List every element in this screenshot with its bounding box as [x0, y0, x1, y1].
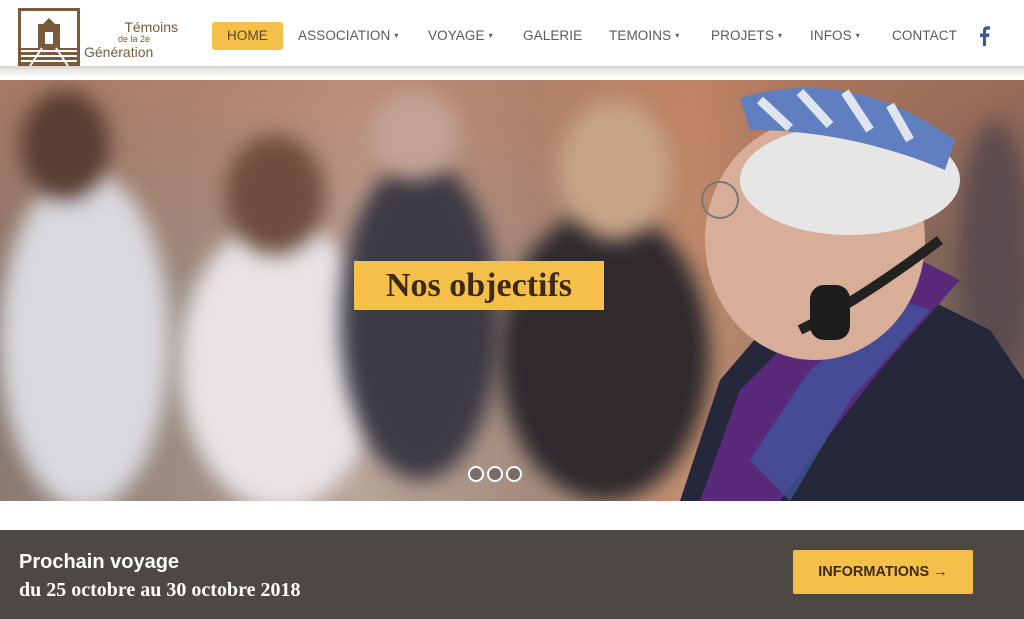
nav-item-galerie[interactable]: GALERIE: [523, 22, 582, 50]
logo-line-de-la: de la 2e: [117, 34, 151, 44]
hero-photo-figure: [370, 90, 460, 180]
nav-item-label: GALERIE: [523, 28, 583, 43]
nav-item-temoins[interactable]: TEMOINS ▾: [609, 22, 679, 50]
hero-photo-figure: [340, 160, 500, 480]
informations-button[interactable]: INFORMATIONS →: [793, 550, 973, 594]
nav-item-contact[interactable]: CONTACT: [892, 22, 957, 50]
hero-photo-figure: [560, 100, 670, 240]
site-header: Témoins de la 2e Génération HOME ASSOCIA…: [0, 0, 1024, 68]
chevron-down-icon: ▾: [855, 31, 860, 40]
slider-dot-2[interactable]: [487, 466, 503, 482]
nav-item-home[interactable]: HOME: [212, 22, 283, 50]
hero-photo-figure: [20, 90, 110, 200]
facebook-icon[interactable]: [978, 26, 990, 46]
nav-item-label: INFOS: [810, 28, 852, 43]
nav-item-label: ASSOCIATION: [298, 28, 391, 43]
nav-item-label: CONTACT: [892, 28, 957, 43]
logo-gate-icon: [18, 8, 80, 66]
slide-title[interactable]: Nos objectifs: [354, 261, 604, 310]
hero-photo-witness: [680, 87, 1024, 501]
hero-photo-figure: [0, 170, 170, 501]
hero-slider[interactable]: Nos objectifs: [0, 80, 1024, 501]
nav-item-label: VOYAGE: [428, 28, 485, 43]
chevron-down-icon: ▾: [777, 31, 783, 40]
nav-item-association[interactable]: ASSOCIATION ▾: [298, 22, 399, 50]
logo-line-generation: Génération: [84, 44, 154, 60]
slider-dot-1[interactable]: [468, 466, 484, 482]
chevron-down-icon: ▾: [675, 31, 680, 40]
nav-item-projets[interactable]: PROJETS ▾: [711, 22, 782, 50]
nav-item-label: TEMOINS: [609, 28, 672, 43]
slider-dot-3[interactable]: [506, 466, 522, 482]
logo-wordmark: Témoins de la 2e Génération: [84, 20, 184, 59]
chevron-down-icon: ▾: [488, 31, 493, 40]
nav-item-infos[interactable]: INFOS ▾: [810, 22, 860, 50]
next-trip-label: Prochain voyage: [19, 551, 180, 573]
next-trip-dates: du 25 octobre au 30 octobre 2018: [19, 579, 301, 601]
nav-item-label: PROJETS: [711, 28, 774, 43]
nav-item-label: HOME: [227, 28, 268, 43]
logo-line-temoins: Témoins: [124, 19, 178, 35]
site-logo[interactable]: Témoins de la 2e Génération: [18, 8, 178, 66]
chevron-down-icon: ▾: [394, 31, 399, 40]
nav-item-voyage[interactable]: VOYAGE ▾: [428, 22, 493, 50]
hero-photo-figure: [225, 135, 325, 255]
slider-pagination: [468, 466, 528, 484]
header-divider: [0, 66, 1024, 78]
